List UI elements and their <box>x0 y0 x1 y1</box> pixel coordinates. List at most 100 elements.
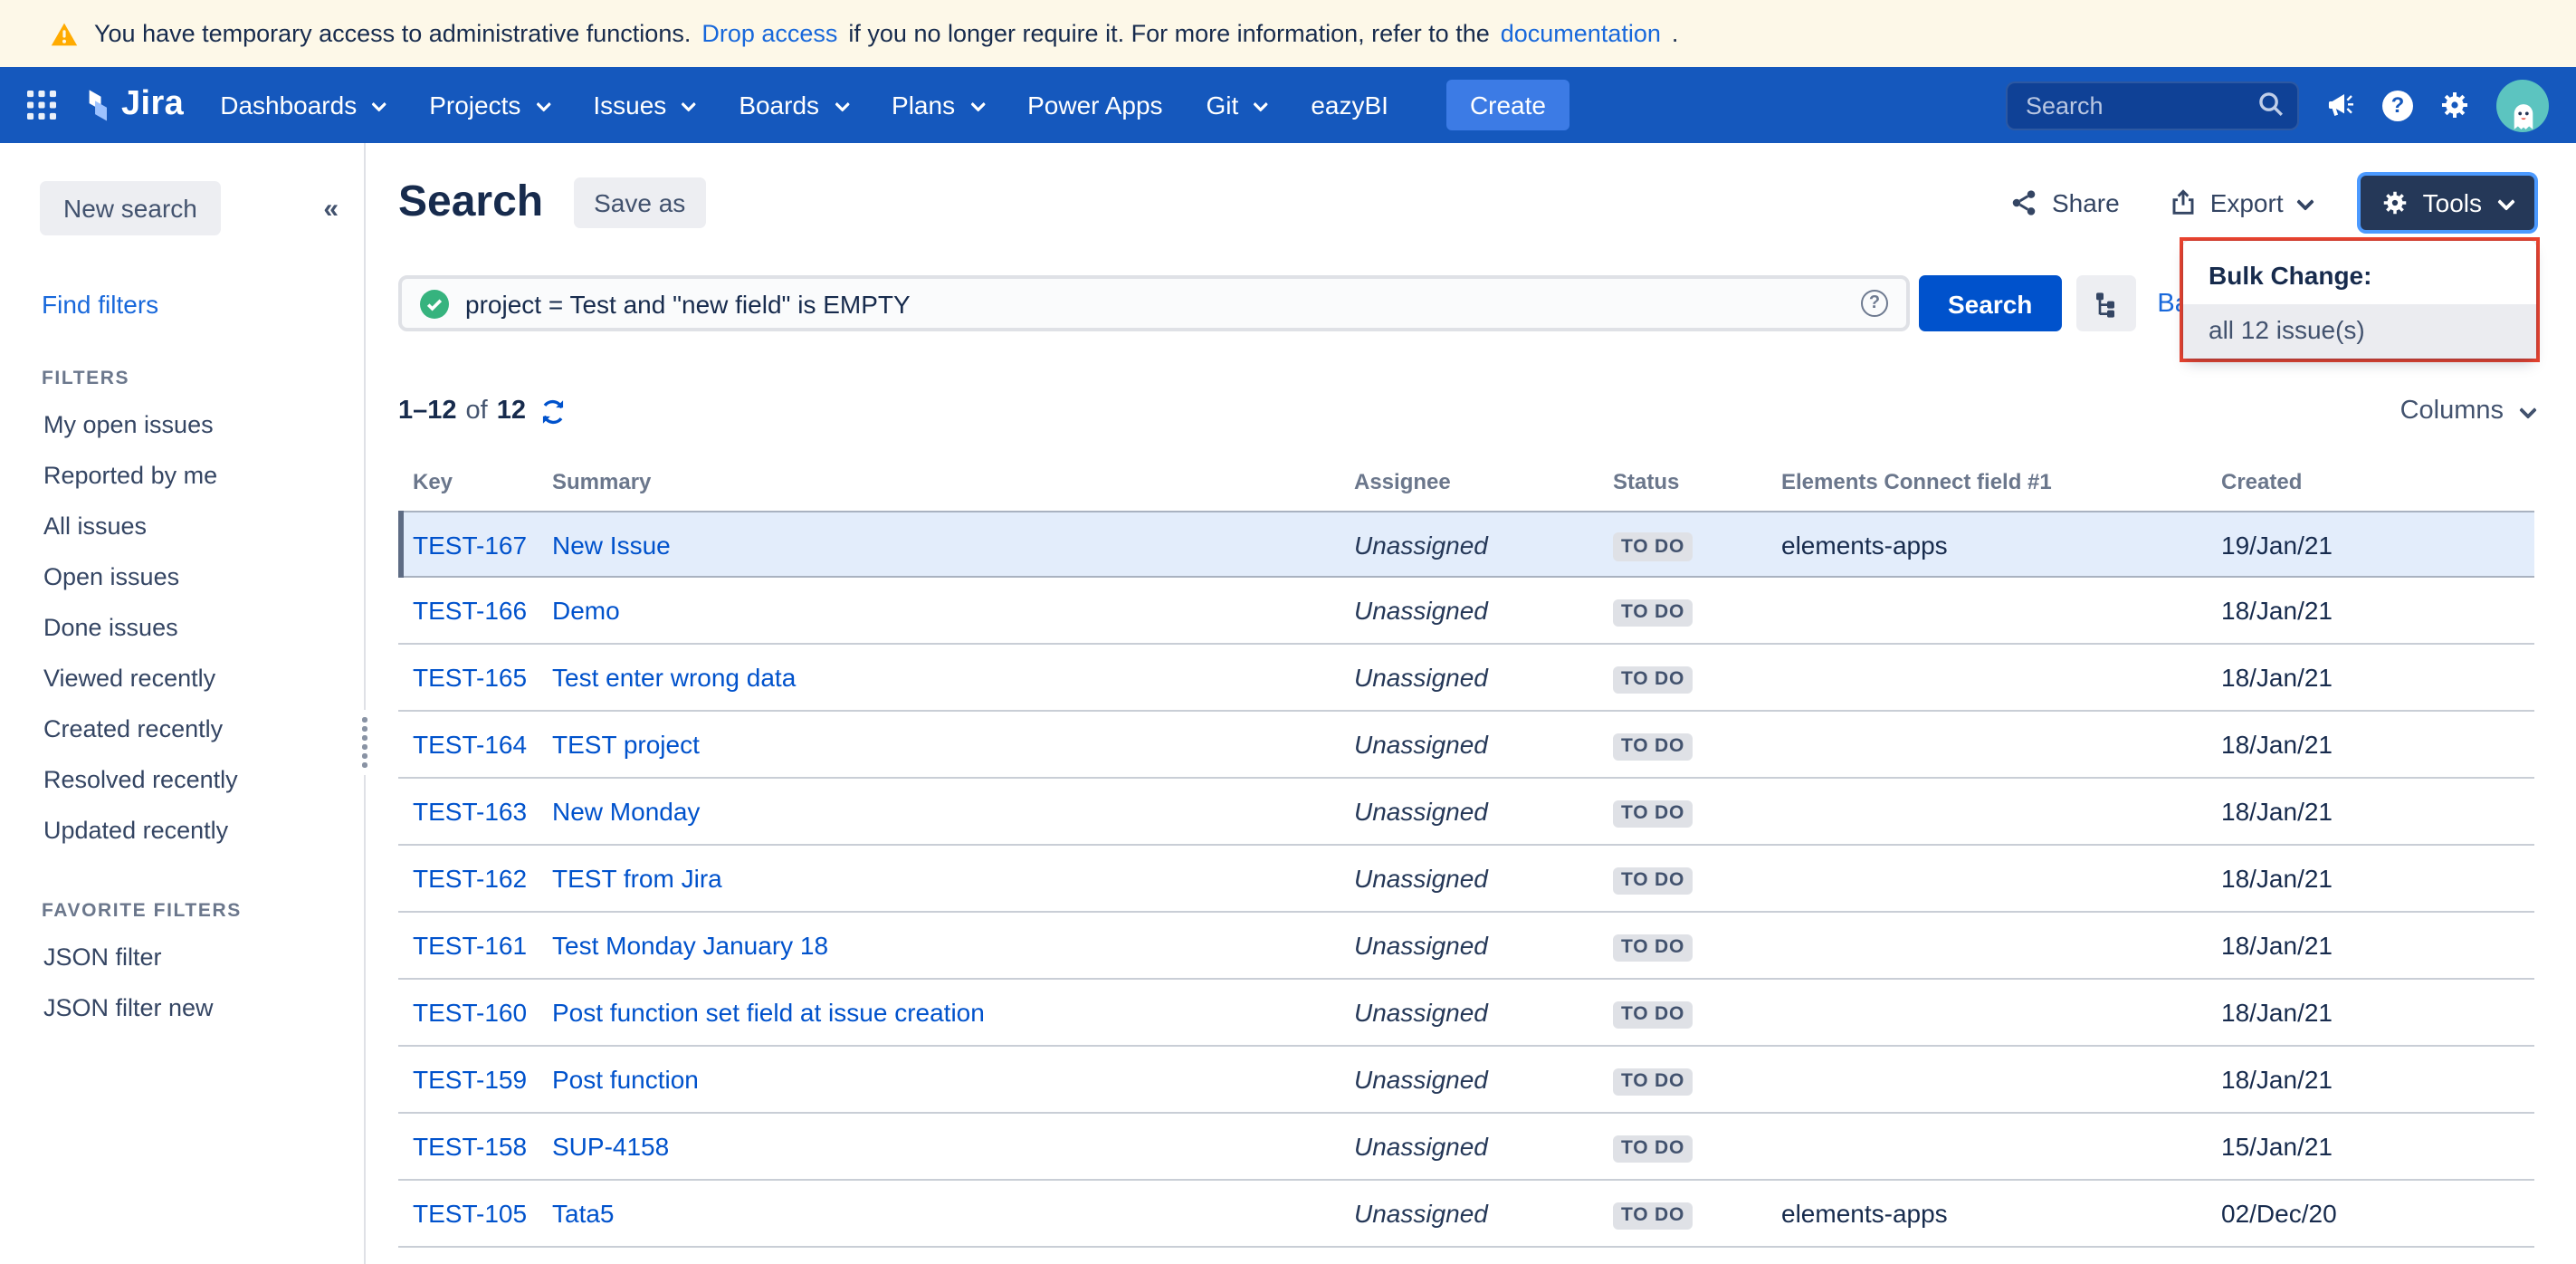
sidebar-item-json-filter-new[interactable]: JSON filter new <box>0 983 364 1034</box>
save-as-button[interactable]: Save as <box>574 177 705 228</box>
nav-item-projects[interactable]: Projects <box>429 91 549 120</box>
sidebar-item-open-issues[interactable]: Open issues <box>0 552 364 603</box>
issue-key-link[interactable]: TEST-167 <box>413 530 527 559</box>
nav-item-plans[interactable]: Plans <box>892 91 984 120</box>
table-row[interactable]: TEST-167New IssueUnassignedTO DOelements… <box>398 511 2534 578</box>
syntax-help-icon[interactable]: ? <box>1861 290 1888 317</box>
status-badge: TO DO <box>1613 532 1693 560</box>
run-search-button[interactable]: Search <box>1919 275 2061 331</box>
sidebar-item-json-filter[interactable]: JSON filter <box>0 933 364 983</box>
feedback-megaphone-icon[interactable] <box>2326 91 2355 120</box>
summary-cell: Test enter wrong data <box>552 663 1354 692</box>
create-button[interactable]: Create <box>1446 80 1569 130</box>
status-badge: TO DO <box>1613 800 1693 828</box>
refresh-icon[interactable] <box>539 397 566 425</box>
share-button[interactable]: Share <box>2010 188 2120 217</box>
settings-gear-icon[interactable] <box>2440 91 2469 120</box>
drop-access-link[interactable]: Drop access <box>701 20 837 47</box>
chevron-down-icon <box>968 98 982 111</box>
app-switcher-grid-icon[interactable] <box>27 91 56 120</box>
table-row[interactable]: TEST-158SUP-4158UnassignedTO DO15/Jan/21 <box>398 1114 2534 1181</box>
issue-summary-link[interactable]: TEST project <box>552 730 700 759</box>
nav-item-boards[interactable]: Boards <box>739 91 848 120</box>
find-filters-link[interactable]: Find filters <box>42 290 364 319</box>
nav-item-power-apps[interactable]: Power Apps <box>1027 91 1162 120</box>
table-row[interactable]: TEST-162TEST from JiraUnassignedTO DO18/… <box>398 846 2534 913</box>
nav-item-git[interactable]: Git <box>1207 91 1268 120</box>
nav-item-issues[interactable]: Issues <box>593 91 695 120</box>
issue-summary-link[interactable]: Test Monday January 18 <box>552 931 828 960</box>
sidebar-item-updated-recently[interactable]: Updated recently <box>0 806 364 857</box>
issue-key-link[interactable]: TEST-165 <box>413 663 527 692</box>
issue-key-link[interactable]: TEST-158 <box>413 1132 527 1161</box>
bulk-change-all-issues-item[interactable]: all 12 issue(s) <box>2183 304 2536 359</box>
status-badge: TO DO <box>1613 666 1693 694</box>
filters-sidebar: New search « Find filters FILTERS My ope… <box>0 143 366 1264</box>
status-badge: TO DO <box>1613 867 1693 895</box>
issue-key-link[interactable]: TEST-105 <box>413 1199 527 1228</box>
nav-item-dashboards[interactable]: Dashboards <box>220 91 386 120</box>
issue-summary-link[interactable]: Tata5 <box>552 1199 615 1228</box>
sidebar-item-viewed-recently[interactable]: Viewed recently <box>0 654 364 704</box>
assignee-value: Unassigned <box>1354 931 1488 960</box>
issue-key-link[interactable]: TEST-162 <box>413 864 527 893</box>
status-cell: TO DO <box>1613 1197 1781 1230</box>
created-cell: 15/Jan/21 <box>2221 1132 2534 1161</box>
table-row[interactable]: TEST-163New MondayUnassignedTO DO18/Jan/… <box>398 779 2534 846</box>
summary-cell: Demo <box>552 596 1354 625</box>
issue-key-link[interactable]: TEST-161 <box>413 931 527 960</box>
user-avatar[interactable] <box>2496 79 2549 131</box>
help-icon[interactable]: ? <box>2382 90 2413 120</box>
assignee-value: Unassigned <box>1354 998 1488 1027</box>
assignee-cell: Unassigned <box>1354 864 1613 893</box>
sidebar-item-created-recently[interactable]: Created recently <box>0 704 364 755</box>
jql-query-text: project = Test and "new field" is EMPTY <box>465 289 1845 318</box>
global-search-input[interactable] <box>2006 81 2299 129</box>
sidebar-item-resolved-recently[interactable]: Resolved recently <box>0 755 364 806</box>
export-button[interactable]: Export <box>2169 188 2313 217</box>
column-header-status: Status <box>1613 469 1781 511</box>
table-row[interactable]: TEST-164TEST projectUnassignedTO DO18/Ja… <box>398 712 2534 779</box>
issue-key-link[interactable]: TEST-160 <box>413 998 527 1027</box>
issue-summary-link[interactable]: Post function <box>552 1065 699 1094</box>
status-cell: TO DO <box>1613 929 1781 962</box>
issue-summary-link[interactable]: Post function set field at issue creatio… <box>552 998 985 1027</box>
key-cell: TEST-165 <box>398 663 552 692</box>
issue-summary-link[interactable]: SUP-4158 <box>552 1132 669 1161</box>
status-cell: TO DO <box>1613 1063 1781 1096</box>
table-row[interactable]: TEST-159Post functionUnassignedTO DO18/J… <box>398 1047 2534 1114</box>
sidebar-item-all-issues[interactable]: All issues <box>0 502 364 552</box>
new-search-button[interactable]: New search <box>40 181 221 235</box>
issue-key-link[interactable]: TEST-163 <box>413 797 527 826</box>
jql-search-field[interactable]: project = Test and "new field" is EMPTY … <box>398 275 1910 331</box>
table-row[interactable]: TEST-165Test enter wrong dataUnassignedT… <box>398 645 2534 712</box>
issue-key-link[interactable]: TEST-164 <box>413 730 527 759</box>
issue-summary-link[interactable]: New Issue <box>552 530 671 559</box>
assignee-cell: Unassigned <box>1354 1065 1613 1094</box>
chevron-down-icon <box>2496 195 2513 211</box>
jira-logo[interactable]: Jira <box>74 83 184 127</box>
sidebar-item-reported-by-me[interactable]: Reported by me <box>0 451 364 502</box>
issue-key-link[interactable]: TEST-159 <box>413 1065 527 1094</box>
issue-summary-link[interactable]: Test enter wrong data <box>552 663 796 692</box>
sidebar-item-done-issues[interactable]: Done issues <box>0 603 364 654</box>
table-row[interactable]: TEST-160 Post function set field at issue… <box>398 980 2534 1047</box>
nav-item-eazybi[interactable]: eazyBI <box>1311 91 1388 120</box>
collapse-sidebar-icon[interactable]: « <box>323 193 339 224</box>
columns-button[interactable]: Columns <box>2400 397 2534 426</box>
key-cell: TEST-161 <box>398 931 552 960</box>
issue-summary-link[interactable]: TEST from Jira <box>552 864 722 893</box>
table-row[interactable]: TEST-161 Test Monday January 18 Unassigned… <box>398 913 2534 980</box>
issue-summary-link[interactable]: Demo <box>552 596 620 625</box>
elements-connect-cell: elements-apps <box>1781 1199 2221 1228</box>
summary-cell: Tata5 <box>552 1199 1354 1228</box>
table-row[interactable]: TEST-105Tata5UnassignedTO DOelements-app… <box>398 1181 2534 1248</box>
issue-key-link[interactable]: TEST-166 <box>413 596 527 625</box>
issue-summary-link[interactable]: New Monday <box>552 797 700 826</box>
table-row[interactable]: TEST-166DemoUnassignedTO DO18/Jan/21 <box>398 578 2534 645</box>
tools-button[interactable]: Tools <box>2361 176 2534 230</box>
query-history-tree-button[interactable] <box>2075 275 2135 331</box>
documentation-link[interactable]: documentation <box>1501 20 1661 47</box>
sidebar-item-my-open-issues[interactable]: My open issues <box>0 400 364 451</box>
assignee-cell: Unassigned <box>1354 596 1613 625</box>
